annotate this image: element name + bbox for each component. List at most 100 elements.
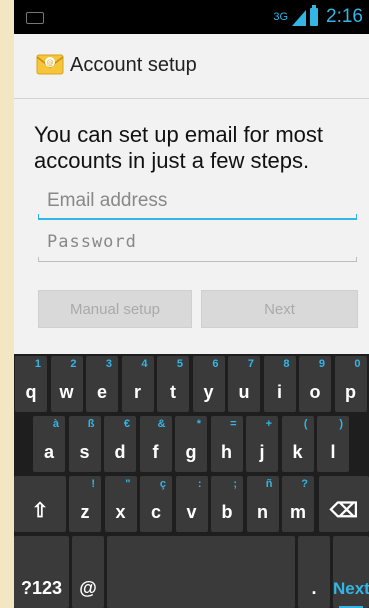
key-label: ?123 — [20, 578, 63, 598]
key-label: ⌫ — [329, 500, 359, 522]
key-s[interactable]: ßs — [68, 416, 101, 472]
key-k[interactable]: (k — [281, 416, 314, 472]
key-label: a — [43, 442, 54, 462]
key-at[interactable]: @ — [72, 536, 104, 608]
key-label: @ — [79, 578, 97, 598]
key-label: . — [311, 578, 317, 598]
key-p[interactable]: 0p — [334, 356, 367, 412]
email-field[interactable]: Email address — [38, 190, 357, 220]
manual-setup-button[interactable]: Manual setup — [38, 290, 192, 328]
key-label: Next — [333, 579, 369, 598]
password-field[interactable]: Password — [38, 232, 357, 262]
key-t[interactable]: 5t — [157, 356, 189, 412]
symbols-key[interactable]: ?123 — [14, 536, 69, 608]
key-n[interactable]: ñn — [246, 476, 279, 532]
battery-icon — [310, 5, 319, 26]
email-placeholder: Email address — [47, 190, 168, 211]
key-label: d — [114, 442, 126, 462]
key-label: i — [276, 382, 282, 402]
key-label: w — [59, 382, 74, 402]
key-label: x — [115, 502, 126, 522]
key-e[interactable]: 3e — [86, 356, 118, 412]
key-label: b — [221, 502, 233, 522]
status-bar: 3G 2:16 — [14, 0, 369, 34]
key-j[interactable]: + j — [246, 416, 278, 472]
intro-text: You can set up email for most accounts i… — [34, 122, 324, 173]
keyboard-next-key[interactable]: Next — [333, 536, 369, 608]
network-type: 3G — [273, 11, 289, 23]
key-hint: ß — [87, 418, 95, 430]
key-label: t — [170, 382, 176, 402]
key-i[interactable]: 8i — [263, 356, 296, 412]
shift-key[interactable]: ⇧ — [14, 476, 66, 532]
delete-key[interactable]: ⌫ — [319, 476, 369, 532]
status-icons: 3G 2:16 — [273, 5, 363, 28]
key-label: e — [96, 382, 107, 402]
key-hint: ) — [339, 418, 343, 430]
key-label: m — [289, 502, 306, 522]
key-hint: à — [52, 418, 59, 430]
key-label: s — [79, 442, 90, 462]
key-h[interactable]: = h — [210, 416, 243, 472]
key-label: z — [80, 502, 90, 522]
key-d[interactable]: € d — [104, 416, 136, 472]
key-c[interactable]: çc — [140, 476, 172, 532]
key-g[interactable]: * g — [175, 416, 207, 472]
key-hint: ; — [233, 478, 237, 490]
key-label: u — [238, 382, 250, 402]
key-hint: ! — [91, 478, 95, 490]
key-v[interactable]: :v — [175, 476, 208, 532]
key-label: c — [150, 502, 161, 522]
key-q[interactable]: 1q — [15, 356, 47, 412]
key-z[interactable]: ! z — [69, 476, 101, 532]
key-r[interactable]: 4r — [121, 356, 154, 412]
key-hint: + — [265, 418, 272, 430]
key-u[interactable]: 7u — [228, 356, 260, 412]
key-w[interactable]: 2w — [50, 356, 83, 412]
key-hint: ( — [303, 418, 308, 430]
key-hint: 6 — [212, 358, 219, 370]
key-o[interactable]: 9o — [299, 356, 331, 412]
key-m[interactable]: ? m — [282, 476, 314, 532]
key-hint: : — [197, 478, 202, 490]
key-hint: 0 — [354, 358, 361, 370]
key-label: h — [221, 442, 232, 462]
key-hint: 9 — [318, 358, 325, 370]
action-bar: @ Account setup — [14, 34, 369, 99]
account-setup-screen: @ Account setup You can set up email for… — [14, 34, 369, 354]
key-hint: 5 — [176, 358, 183, 370]
key-hint: 4 — [141, 358, 148, 370]
notification-icon — [26, 12, 44, 24]
next-button[interactable]: Next — [201, 290, 358, 328]
password-underline — [38, 261, 357, 262]
phone-screen: 3G 2:16 @ Account setup You can set up e… — [14, 0, 369, 608]
key-label: y — [203, 382, 214, 402]
key-label: ⇧ — [31, 500, 49, 522]
key-hint: ç — [159, 478, 166, 490]
key-label: o — [309, 382, 321, 402]
key-label: q — [25, 382, 37, 402]
field-edge — [38, 257, 39, 262]
key-hint: ? — [301, 478, 308, 490]
key-label: r — [133, 382, 141, 402]
key-y[interactable]: 6y — [192, 356, 225, 412]
key-hint: = — [230, 418, 237, 430]
email-app-icon: @ — [36, 54, 64, 75]
key-l[interactable]: ) l — [317, 416, 349, 472]
key-hint: 7 — [247, 358, 254, 370]
key-f[interactable]: & f — [139, 416, 172, 472]
key-label: f — [152, 442, 159, 462]
key-period[interactable]: . — [298, 536, 330, 608]
key-x[interactable]: " x — [104, 476, 137, 532]
page-title: Account setup — [70, 54, 197, 76]
field-edge — [38, 214, 39, 220]
space-key[interactable] — [107, 536, 295, 608]
key-hint: 2 — [70, 358, 77, 370]
email-underline — [38, 218, 357, 220]
key-a[interactable]: àa — [33, 416, 65, 472]
key-label: v — [186, 502, 197, 522]
key-hint: " — [125, 478, 131, 490]
key-label: k — [292, 442, 303, 462]
key-b[interactable]: ; b — [211, 476, 243, 532]
key-hint: & — [157, 418, 166, 430]
